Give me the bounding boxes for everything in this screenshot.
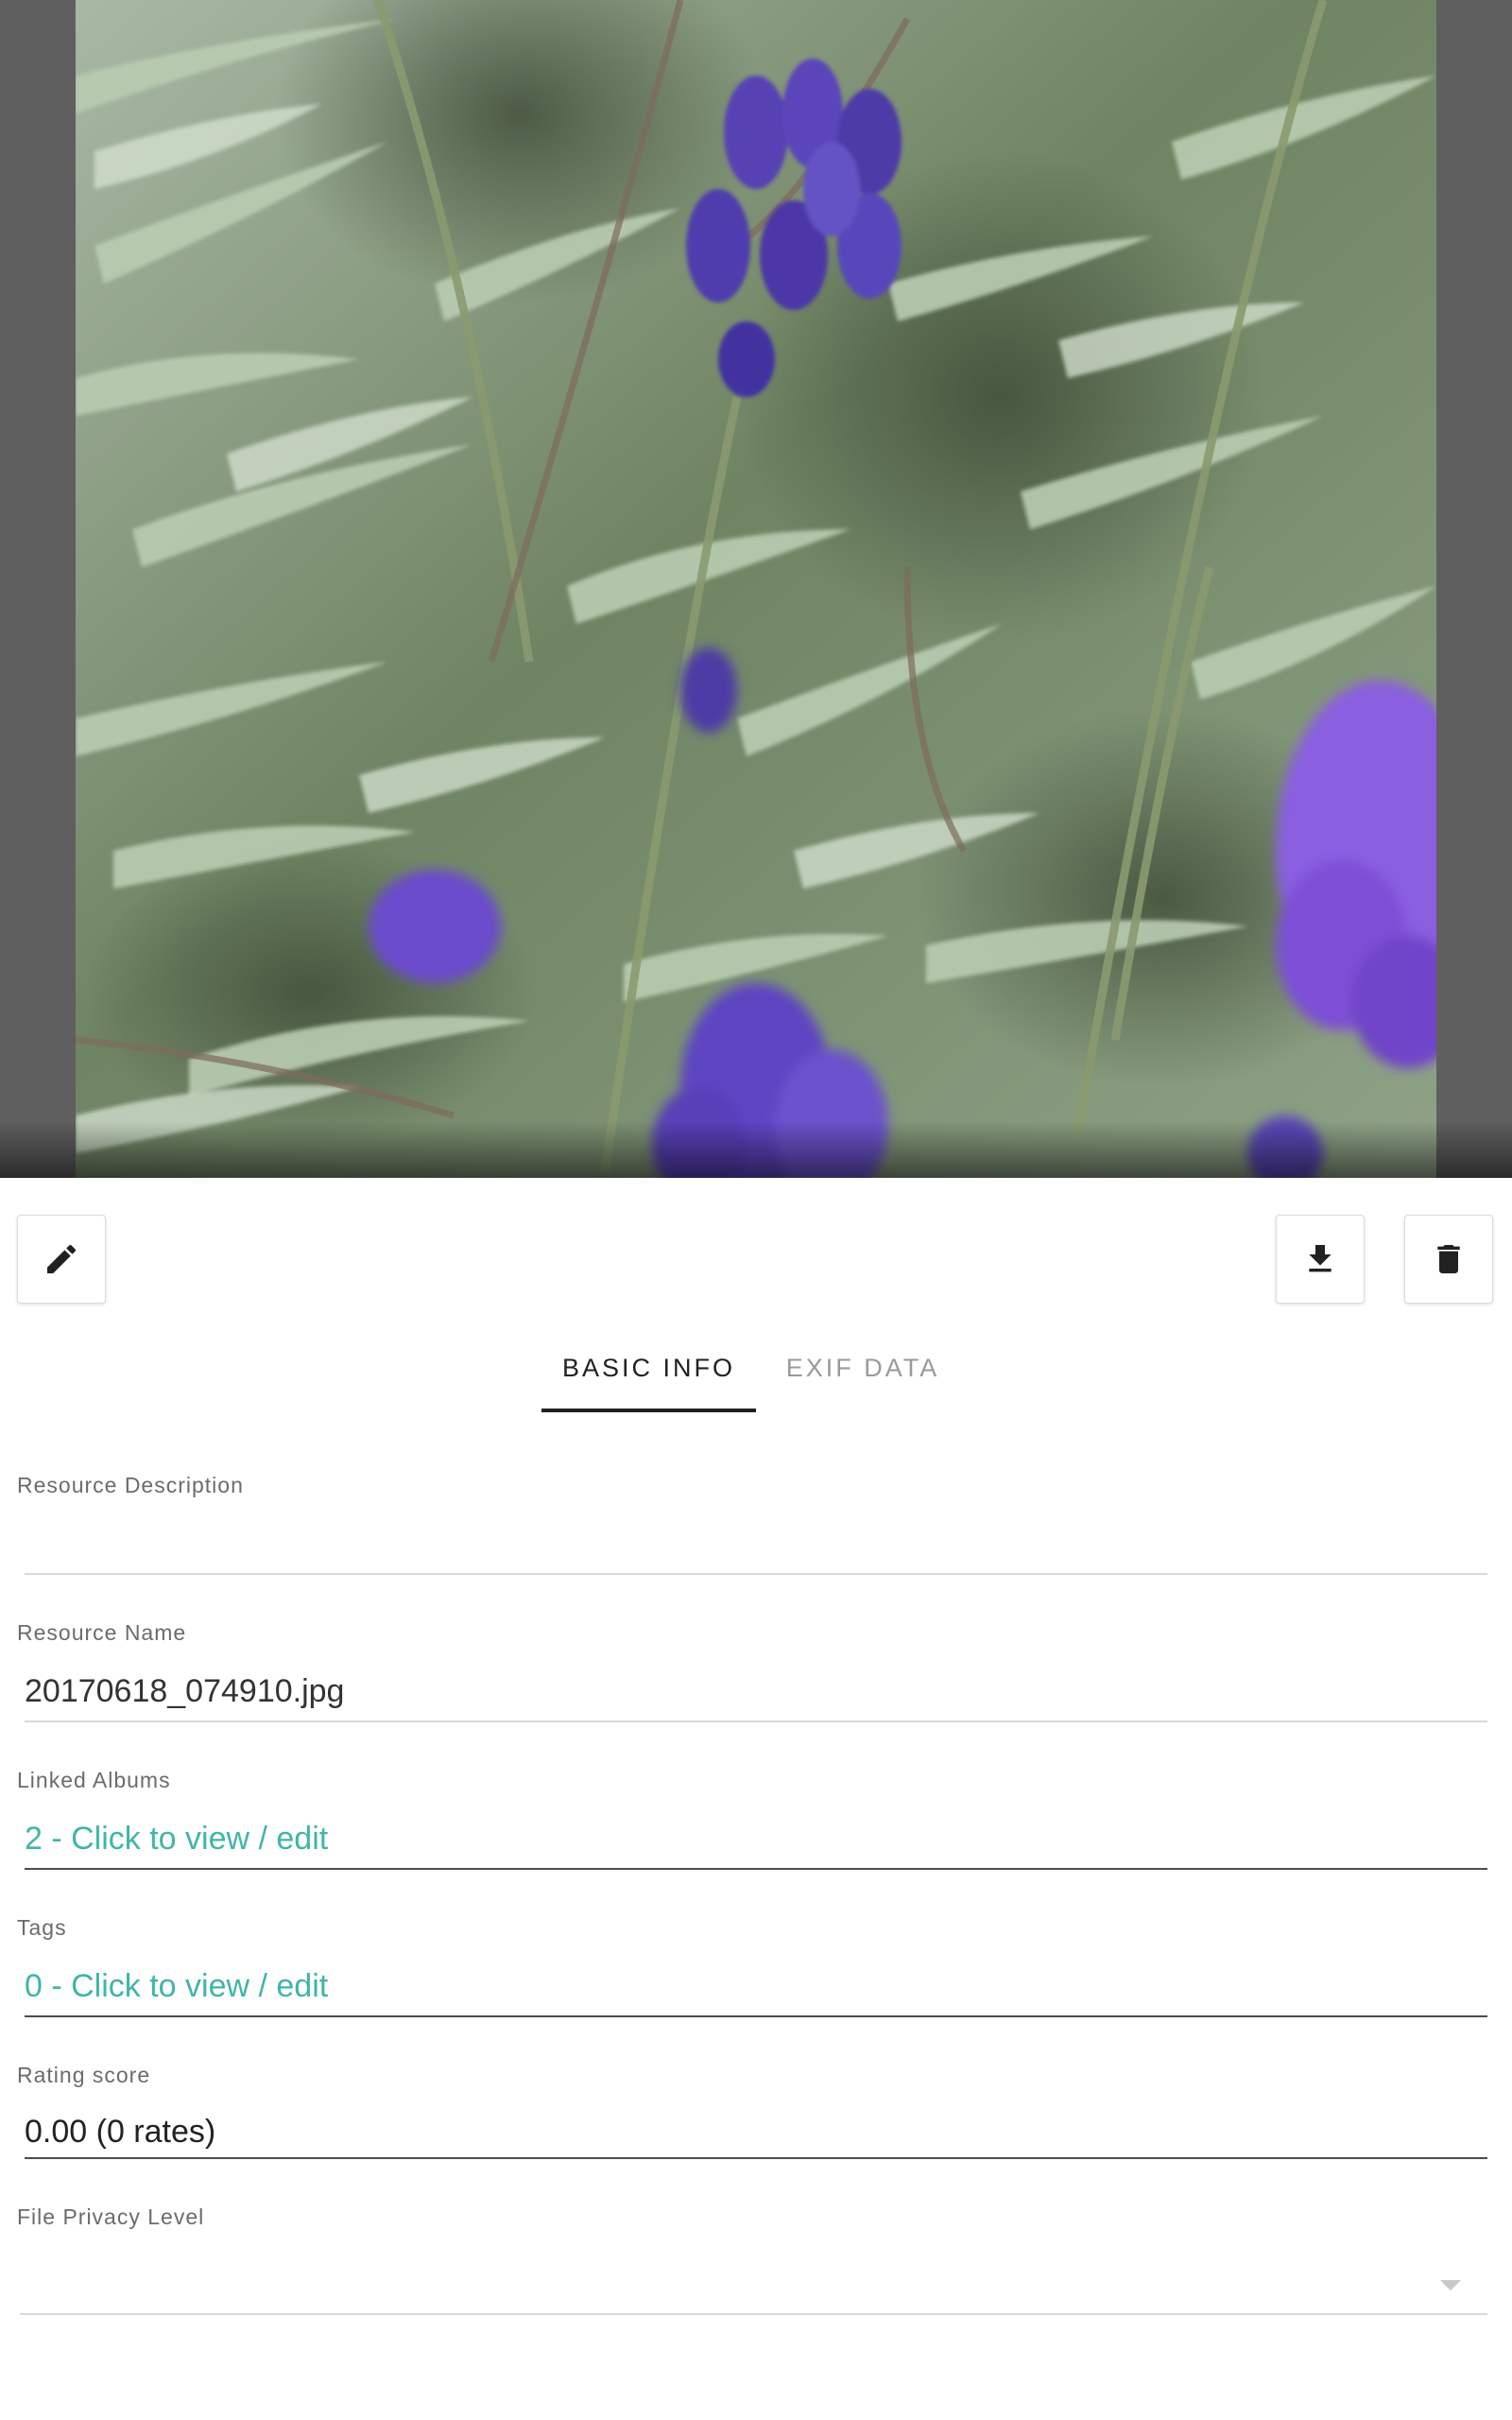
info-tabs: BASIC INFO EXIF DATA xyxy=(0,1333,1512,1412)
photo-lavender[interactable] xyxy=(76,0,1436,1178)
linked-albums-link[interactable]: 2 - Click to view / edit xyxy=(25,1821,328,1858)
tab-exif-data[interactable]: EXIF DATA xyxy=(773,1333,953,1412)
file-privacy-underline xyxy=(20,2313,1487,2315)
file-privacy-field: File Privacy Level xyxy=(17,2204,1487,2318)
rating-score-label: Rating score xyxy=(17,2063,151,2087)
delete-button[interactable] xyxy=(1404,1215,1493,1304)
resource-name-input[interactable]: 20170618_074910.jpg xyxy=(25,1673,344,1710)
pencil-icon xyxy=(47,1244,77,1273)
resource-name-field: Resource Name 20170618_074910.jpg xyxy=(17,1620,1487,1726)
tab-basic-info[interactable]: BASIC INFO xyxy=(541,1333,756,1412)
linked-albums-label: Linked Albums xyxy=(17,1768,171,1792)
resource-description-underline xyxy=(25,1573,1487,1575)
linked-albums-underline xyxy=(25,1868,1487,1870)
tags-label: Tags xyxy=(17,1915,67,1940)
active-tab-indicator xyxy=(541,1409,756,1412)
file-privacy-label: File Privacy Level xyxy=(17,2204,205,2229)
download-icon xyxy=(1309,1245,1332,1272)
edit-button[interactable] xyxy=(17,1215,106,1304)
tags-field: Tags 0 - Click to view / edit xyxy=(17,1915,1487,2021)
chevron-down-icon[interactable] xyxy=(1440,2280,1461,2290)
resource-name-label: Resource Name xyxy=(17,1620,187,1645)
resource-description-label: Resource Description xyxy=(17,1473,244,1497)
resource-name-underline xyxy=(25,1720,1487,1722)
linked-albums-field: Linked Albums 2 - Click to view / edit xyxy=(17,1768,1487,1874)
rating-score-field: Rating score 0.00 (0 rates) xyxy=(17,2063,1487,2161)
resource-description-field: Resource Description xyxy=(17,1473,1487,1579)
trash-icon xyxy=(1437,1245,1460,1273)
photo-viewer xyxy=(0,0,1512,1178)
tags-link[interactable]: 0 - Click to view / edit xyxy=(25,1968,328,2005)
viewer-bottom-shade xyxy=(0,1121,1512,1178)
download-button[interactable] xyxy=(1276,1215,1365,1304)
tags-underline xyxy=(25,2015,1487,2017)
rating-score-underline xyxy=(25,2157,1487,2159)
rating-score-value: 0.00 (0 rates) xyxy=(25,2114,216,2150)
